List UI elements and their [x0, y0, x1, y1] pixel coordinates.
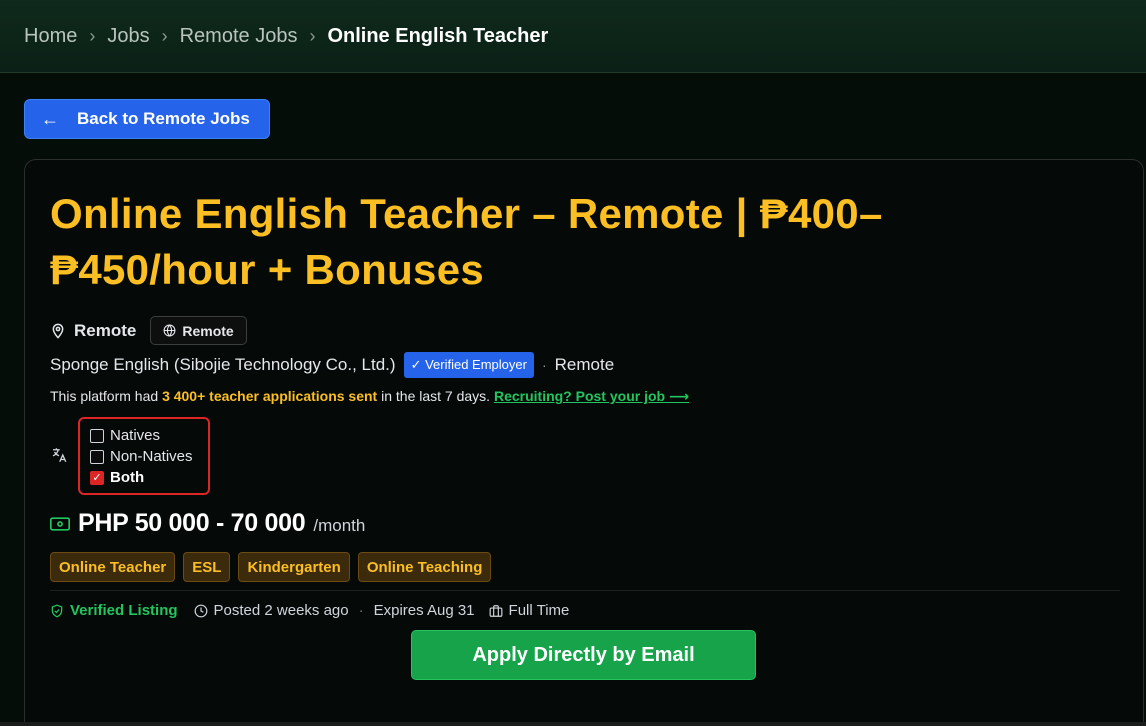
clock-icon	[194, 604, 207, 617]
company-row: Sponge English (Sibojie Technology Co., …	[50, 352, 614, 378]
tag[interactable]: Online Teacher	[50, 552, 176, 582]
globe-icon	[163, 324, 176, 337]
remote-chip-label: Remote	[182, 322, 234, 339]
tag[interactable]: ESL	[183, 552, 231, 582]
option-both[interactable]: ✓ Both	[90, 467, 208, 488]
verified-listing: Verified Listing	[50, 602, 178, 619]
money-icon	[50, 516, 70, 531]
platform-prefix: This platform had	[50, 388, 163, 404]
tag[interactable]: Online Teaching	[357, 552, 492, 582]
back-button-label: Back to Remote Jobs	[77, 109, 250, 128]
posted-info: Posted 2 weeks ago	[194, 602, 349, 619]
option-non-natives-label: Non-Natives	[110, 448, 193, 465]
translate-icon	[52, 448, 67, 463]
breadcrumb-remote-jobs[interactable]: Remote Jobs	[180, 25, 298, 48]
platform-highlight: 3 400+ teacher applications sent	[162, 388, 378, 404]
breadcrumb-separator: ›	[89, 25, 96, 46]
company-name: Sponge English (Sibojie Technology Co., …	[50, 355, 396, 374]
separator-dot: ·	[541, 357, 547, 373]
salary-period: /month	[313, 516, 366, 535]
separator-dot: ·	[358, 602, 364, 619]
platform-stats: This platform had 3 400+ teacher applica…	[50, 388, 689, 405]
post-job-link[interactable]: Recruiting? Post your job ⟶	[494, 388, 689, 404]
platform-suffix: in the last 7 days.	[377, 388, 494, 404]
salary-row: PHP 50 000 - 70 000 /month	[50, 509, 365, 538]
arrow-left-icon: ←	[41, 108, 59, 129]
option-natives[interactable]: Natives	[90, 425, 208, 446]
tag[interactable]: Kindergarten	[238, 552, 350, 582]
breadcrumb-current: Online English Teacher	[327, 24, 549, 47]
checkbox-both[interactable]: ✓	[90, 470, 104, 485]
job-type-label: Full Time	[508, 602, 570, 619]
company-location: Remote	[554, 355, 615, 374]
breadcrumb-separator: ›	[161, 25, 168, 46]
verified-employer-badge: ✓ Verified Employer	[403, 352, 534, 378]
option-both-label: Both	[110, 469, 145, 486]
back-to-remote-jobs-button[interactable]: ← Back to Remote Jobs	[24, 99, 270, 139]
breadcrumb-jobs[interactable]: Jobs	[107, 25, 149, 48]
posted-label: Posted 2 weeks ago	[213, 602, 349, 619]
verified-listing-label: Verified Listing	[70, 602, 178, 619]
map-pin-icon	[52, 323, 64, 339]
briefcase-icon	[489, 604, 502, 617]
tag-list: Online Teacher ESL Kindergarten Online T…	[50, 552, 499, 582]
option-natives-label: Natives	[110, 427, 161, 444]
location-row: Remote Remote	[50, 316, 247, 345]
breadcrumb-separator: ›	[309, 25, 316, 46]
option-non-natives[interactable]: Non-Natives	[90, 446, 208, 467]
checkbox-non-natives[interactable]	[90, 449, 104, 464]
location-text: Remote	[74, 320, 137, 340]
breadcrumb-home[interactable]: Home	[24, 25, 77, 48]
job-title: Online English Teacher – Remote | ₱400–₱…	[50, 190, 883, 293]
meta-row: Verified Listing Posted 2 weeks ago · Ex…	[50, 602, 569, 619]
salary-range: PHP 50 000 - 70 000	[78, 509, 306, 537]
language-options: Natives Non-Natives ✓ Both	[78, 417, 210, 495]
breadcrumb: Home › Jobs › Remote Jobs › Online Engli…	[0, 0, 1146, 73]
page-bottom-border	[0, 722, 1146, 726]
shield-check-icon	[51, 603, 63, 618]
remote-chip: Remote	[150, 316, 247, 345]
apply-by-email-button[interactable]: Apply Directly by Email	[411, 630, 756, 680]
divider	[50, 590, 1120, 591]
job-type: Full Time	[489, 602, 570, 619]
expires-label: Expires Aug 31	[373, 602, 475, 619]
checkbox-natives[interactable]	[90, 428, 104, 443]
